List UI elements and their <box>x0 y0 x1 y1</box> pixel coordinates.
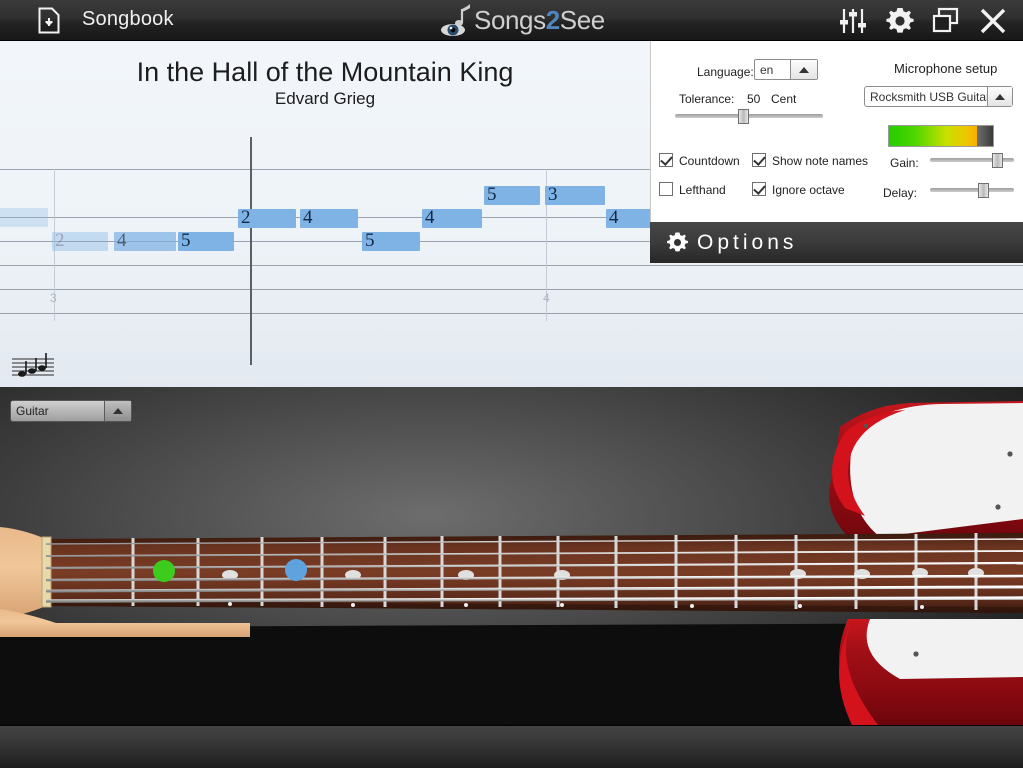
note-marker-green <box>153 560 175 582</box>
meter-cap <box>977 126 993 146</box>
logo-songs: Songs <box>474 5 546 35</box>
language-label: Language: <box>697 65 754 79</box>
chevron-up-icon[interactable] <box>790 60 817 79</box>
slider-knob[interactable] <box>992 153 1003 168</box>
songs2see-app: Songbook Songs2See In the Hall of the Mo… <box>0 0 1023 768</box>
tab-note-fret: 5 <box>487 184 497 205</box>
gain-label: Gain: <box>890 156 919 170</box>
song-composer: Edvard Grieg <box>274 89 376 108</box>
options-title: Options <box>697 231 798 254</box>
logo-text: Songs2See <box>474 5 605 36</box>
language-combobox[interactable]: en <box>754 59 818 80</box>
tolerance-slider[interactable] <box>675 109 823 124</box>
chevron-up-icon[interactable] <box>987 87 1012 106</box>
note-marker-blue <box>285 559 307 581</box>
delay-slider[interactable] <box>930 183 1014 198</box>
gear-icon[interactable] <box>885 6 915 36</box>
songs2see-logo: Songs2See <box>440 2 610 40</box>
tab-note[interactable] <box>0 208 48 227</box>
tab-note-fret: 3 <box>548 184 558 205</box>
microphone-device-value: Rocksmith USB Guitar <box>870 89 987 104</box>
guitar-graphic <box>0 401 1023 725</box>
tolerance-unit: Cent <box>771 92 797 106</box>
slider-track <box>930 188 1014 192</box>
songbook-label[interactable]: Songbook <box>82 8 174 31</box>
language-value: en <box>760 62 774 77</box>
checkbox-ignore-octave[interactable] <box>752 182 766 196</box>
tab-note[interactable]: 2 <box>238 207 296 228</box>
restore-window-icon[interactable] <box>931 6 961 36</box>
tolerance-value: 50 <box>747 92 761 106</box>
checkbox-lefthand[interactable] <box>659 182 673 196</box>
transport-bar: Tempo: 100% 00 : 05 / 00 : 44 Learning M… <box>0 725 1023 768</box>
tab-note[interactable]: 4 <box>422 207 482 228</box>
tab-note[interactable]: 5 <box>178 230 234 251</box>
delay-label: Delay: <box>883 186 918 200</box>
logo-two: 2 <box>545 5 560 35</box>
options-header-bar[interactable]: Options <box>650 222 1023 263</box>
treble-staff-icon <box>12 353 54 377</box>
microphone-setup-title: Microphone setup <box>894 61 998 76</box>
guitar-view[interactable] <box>0 387 1023 725</box>
checkbox-countdown-label: Countdown <box>679 154 740 168</box>
tab-note-fret: 2 <box>241 207 251 228</box>
checkbox-show-note-names[interactable] <box>752 153 766 167</box>
tab-note-fret: 5 <box>181 230 191 251</box>
slider-track <box>675 114 823 118</box>
tab-note[interactable]: 4 <box>300 207 358 228</box>
bar-number: 4 <box>543 291 550 305</box>
tab-note[interactable]: 5 <box>484 184 540 205</box>
song-title: In the Hall of the Mountain King <box>136 57 514 87</box>
tab-note-fret: 4 <box>303 207 313 228</box>
slider-knob[interactable] <box>738 109 749 124</box>
logo-see: See <box>559 5 605 35</box>
slider-knob[interactable] <box>978 183 989 198</box>
staff-line <box>0 313 1023 314</box>
close-icon[interactable] <box>978 6 1008 36</box>
tab-note-fret: 4 <box>117 230 127 251</box>
staff-line <box>0 289 1023 290</box>
document-add-icon[interactable] <box>38 7 60 34</box>
tab-note-fret: 2 <box>55 230 65 251</box>
checkbox-lefthand-label: Lefthand <box>679 183 726 197</box>
gear-icon <box>667 232 688 252</box>
tab-note-fret: 5 <box>365 230 375 251</box>
instrument-combobox[interactable]: Guitar <box>10 400 132 422</box>
eye-note-icon <box>441 4 470 36</box>
tab-note-fret: 4 <box>425 207 435 228</box>
instrument-value: Guitar <box>16 404 49 418</box>
staff-line <box>0 265 1023 266</box>
tolerance-label: Tolerance: <box>679 92 735 106</box>
tab-note[interactable]: 4 <box>114 230 176 251</box>
microphone-level-meter <box>888 125 994 147</box>
playhead-line <box>250 137 252 365</box>
bar-number: 3 <box>50 291 57 305</box>
checkbox-ignore-octave-label: Ignore octave <box>772 183 845 197</box>
tab-note[interactable]: 2 <box>52 230 108 251</box>
checkbox-show-note-names-label: Show note names <box>772 154 869 168</box>
tab-note-fret: 4 <box>609 207 619 228</box>
tab-note[interactable]: 5 <box>362 230 420 251</box>
tab-note[interactable]: 3 <box>545 184 605 205</box>
title-bar: Songbook Songs2See <box>0 0 1023 41</box>
checkbox-countdown[interactable] <box>659 153 673 167</box>
microphone-device-combobox[interactable]: Rocksmith USB Guitar <box>864 86 1013 107</box>
chevron-up-icon[interactable] <box>104 401 131 421</box>
mixer-sliders-icon[interactable] <box>838 6 868 36</box>
gain-slider[interactable] <box>930 153 1014 168</box>
